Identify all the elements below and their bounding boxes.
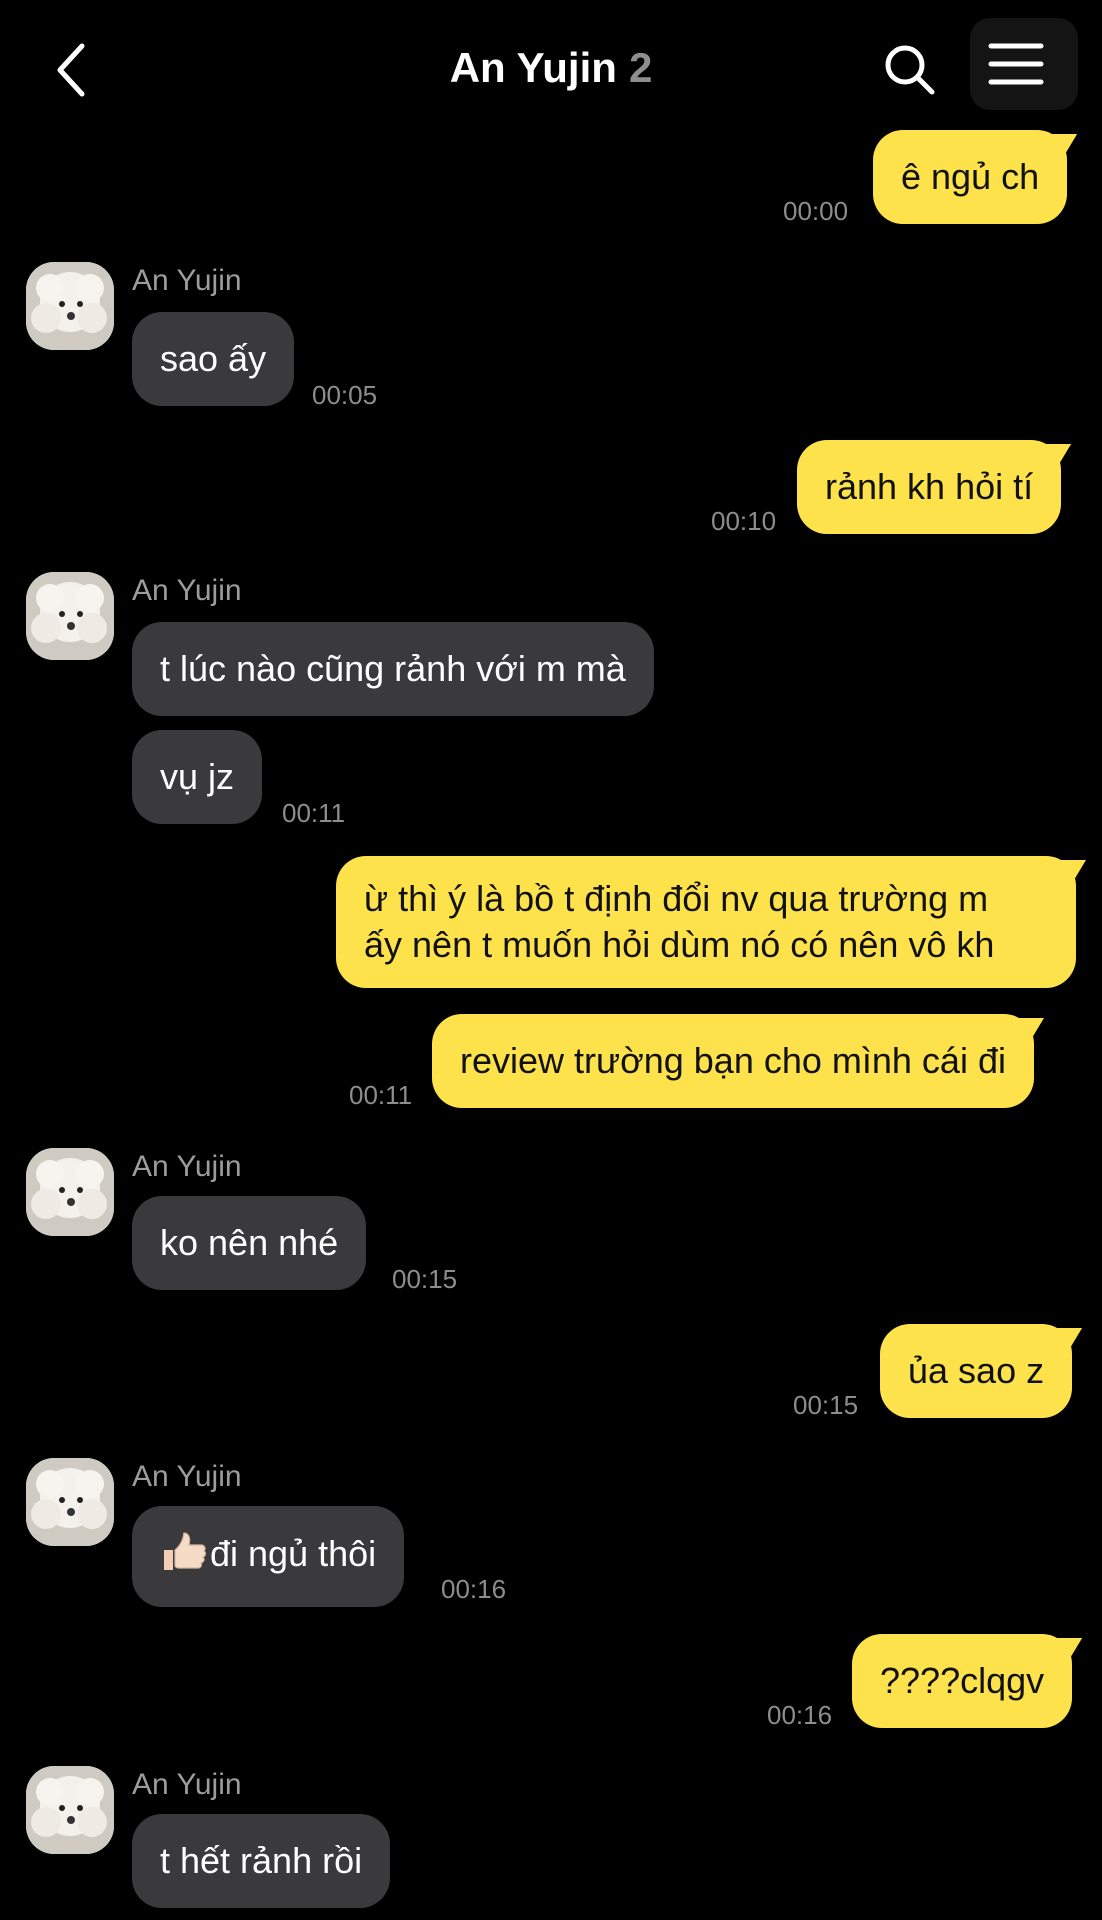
- hamburger-menu-icon: [988, 43, 1044, 85]
- message-time: 00:11: [282, 798, 346, 828]
- message-bubble-incoming[interactable]: đi ngủ thôi: [132, 1506, 405, 1607]
- message-time: 00:11: [349, 1080, 413, 1110]
- message-time: 00:16: [767, 1700, 833, 1730]
- message-time: 00:00: [783, 196, 849, 226]
- message-time: 00:10: [711, 506, 777, 536]
- message-bubble-incoming[interactable]: sao ấy: [132, 312, 295, 406]
- message-bubble-outgoing[interactable]: review trường bạn cho mình cái đi: [432, 1014, 1034, 1108]
- message-time: 00:15: [392, 1264, 458, 1294]
- thumbs-up-emoji-icon: [160, 1530, 206, 1583]
- contact-avatar[interactable]: [26, 262, 114, 350]
- message-bubble-incoming[interactable]: t hết rảnh rồi: [132, 1814, 391, 1908]
- message-bubble-outgoing[interactable]: rảnh kh hỏi tí: [797, 440, 1062, 534]
- message-line: ừ thì ý là bồ t định đổi nv qua trường m: [364, 878, 989, 919]
- search-icon[interactable]: [880, 40, 940, 100]
- contact-avatar[interactable]: [26, 1766, 114, 1854]
- message-bubble-incoming[interactable]: t lúc nào cũng rảnh với m mà: [132, 622, 654, 716]
- message-bubble-outgoing[interactable]: ê ngủ ch: [873, 130, 1068, 224]
- sender-name: An Yujin: [132, 1150, 242, 1183]
- sender-name: An Yujin: [132, 1460, 242, 1493]
- message-text: đi ngủ thôi: [210, 1533, 377, 1574]
- chat-header: An Yujin 2: [0, 0, 1102, 130]
- chat-title-name: An Yujin: [449, 44, 617, 91]
- message-time: 00:15: [793, 1390, 859, 1420]
- menu-button[interactable]: [970, 18, 1078, 110]
- message-bubble-outgoing[interactable]: ????clqgv: [852, 1634, 1073, 1728]
- message-bubble-incoming[interactable]: ko nên nhé: [132, 1196, 367, 1290]
- message-bubble-outgoing[interactable]: ủa sao z: [880, 1324, 1073, 1418]
- contact-avatar[interactable]: [26, 1458, 114, 1546]
- message-bubble-incoming[interactable]: vụ jz: [132, 730, 263, 824]
- contact-avatar[interactable]: [26, 1148, 114, 1236]
- message-line: ấy nên t muốn hỏi dùm nó có nên vô kh: [364, 924, 995, 965]
- contact-avatar[interactable]: [26, 572, 114, 660]
- member-count: 2: [628, 44, 653, 91]
- message-bubble-outgoing[interactable]: ừ thì ý là bồ t định đổi nv qua trường m…: [336, 856, 1076, 988]
- sender-name: An Yujin: [132, 1768, 242, 1801]
- sender-name: An Yujin: [132, 264, 242, 297]
- message-time: 00:16: [441, 1574, 507, 1604]
- message-time: 00:05: [312, 380, 378, 410]
- sender-name: An Yujin: [132, 574, 242, 607]
